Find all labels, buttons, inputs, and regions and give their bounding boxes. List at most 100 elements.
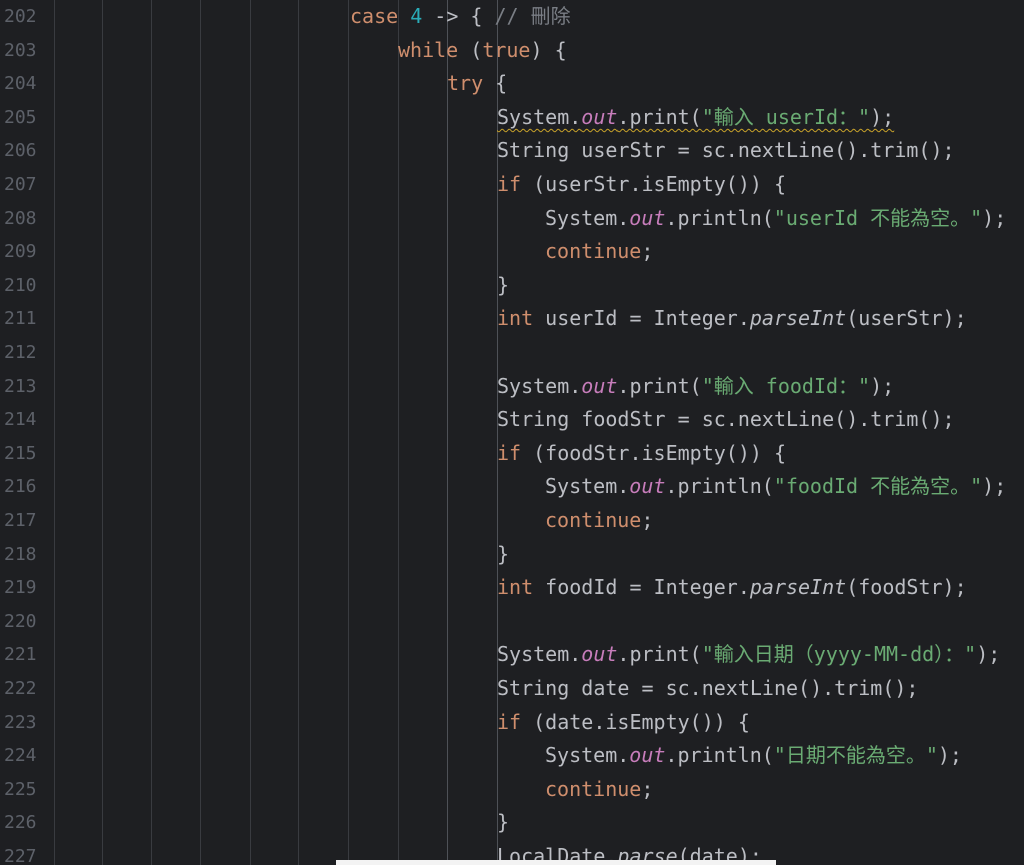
code-text: try { xyxy=(447,67,507,101)
horizontal-scrollbar[interactable] xyxy=(336,860,776,865)
code-token: try xyxy=(447,71,484,96)
code-token: parseInt xyxy=(749,306,847,331)
code-text: System.out.println("日期不能為空。"); xyxy=(545,739,962,773)
code-token: // 刪除 xyxy=(494,4,571,28)
code-text: String userStr = sc.nextLine().trim(); xyxy=(497,134,955,168)
code-token: "userId 不能為空。" xyxy=(773,205,983,230)
code-line[interactable]: 213 System.out.print("輸入 foodId："); xyxy=(0,370,1024,404)
code-text: System.out.print("輸入 foodId："); xyxy=(497,370,894,404)
code-line[interactable]: 207 if (userStr.isEmpty()) { xyxy=(0,168,1024,202)
code-token: } xyxy=(497,541,510,566)
code-token: (userStr.isEmpty()) { xyxy=(521,172,786,196)
line-number: 226 xyxy=(4,812,37,834)
code-token: ; xyxy=(641,776,654,801)
code-token: continue xyxy=(545,508,642,532)
code-token: -> { xyxy=(422,4,495,28)
code-token: .println( xyxy=(665,205,774,230)
code-line[interactable]: 226} xyxy=(0,806,1024,840)
code-text: continue; xyxy=(545,504,653,538)
code-token: .print( xyxy=(617,373,702,398)
code-text: System.out.print("輸入日期（yyyy-MM-dd）："); xyxy=(497,638,1000,672)
code-token: (userStr); xyxy=(846,306,967,331)
code-token: System. xyxy=(545,474,630,499)
code-line[interactable]: 224 System.out.println("日期不能為空。"); xyxy=(0,739,1024,773)
code-text: } xyxy=(497,806,509,840)
line-number: 223 xyxy=(4,711,37,733)
code-line[interactable]: 217 continue; xyxy=(0,504,1024,538)
code-token: (foodStr); xyxy=(846,575,967,600)
code-token: ; xyxy=(641,239,654,264)
line-number: 218 xyxy=(4,543,37,565)
code-line[interactable]: 221 System.out.print("輸入日期（yyyy-MM-dd）：")… xyxy=(0,638,1024,672)
line-number: 224 xyxy=(4,745,37,767)
line-number: 214 xyxy=(4,409,37,431)
code-token: if xyxy=(497,440,522,465)
code-line[interactable]: 212 xyxy=(0,336,1024,370)
code-text: String date = sc.nextLine().trim(); xyxy=(497,672,918,706)
code-line[interactable]: 216 System.out.println("foodId 不能為空。"); xyxy=(0,470,1024,504)
code-token: case xyxy=(350,4,399,28)
line-number: 205 xyxy=(4,106,37,128)
code-token: if xyxy=(497,709,522,734)
line-number: 203 xyxy=(4,39,37,61)
code-text: System.out.println("foodId 不能為空。"); xyxy=(545,470,1006,504)
code-text: if (foodStr.isEmpty()) { xyxy=(497,437,786,471)
line-number: 217 xyxy=(4,510,37,531)
line-number: 202 xyxy=(4,6,37,27)
line-number: 204 xyxy=(4,73,37,95)
line-number: 215 xyxy=(4,442,37,464)
code-editor[interactable]: 202 case 4 -> { // 刪除 203 while (true) {204… xyxy=(0,0,1024,865)
code-token: continue xyxy=(545,776,642,801)
code-token: out xyxy=(581,104,618,129)
code-token: int xyxy=(497,306,534,331)
code-token: { xyxy=(483,71,508,96)
code-token: .println( xyxy=(665,474,774,499)
code-token: userId = Integer. xyxy=(533,306,750,331)
code-token: } xyxy=(497,272,510,297)
code-line[interactable]: 222 String date = sc.nextLine().trim(); xyxy=(0,672,1024,706)
code-token: 4 xyxy=(410,4,423,28)
code-line[interactable]: 205 System.out.print("輸入 userId："); xyxy=(0,101,1024,135)
code-token: out xyxy=(581,642,618,667)
line-number: 207 xyxy=(4,174,37,195)
code-line[interactable]: 219 int foodId = Integer.parseInt(foodStr… xyxy=(0,571,1024,605)
code-text: if (userStr.isEmpty()) { xyxy=(497,168,786,202)
code-token: if xyxy=(497,172,522,196)
code-line[interactable]: 223 if (date.isEmpty()) { xyxy=(0,706,1024,740)
line-number: 209 xyxy=(4,241,37,263)
code-line[interactable]: 211 int userId = Integer.parseInt(userStr… xyxy=(0,302,1024,336)
code-line[interactable]: 214 String foodStr = sc.nextLine().trim()… xyxy=(0,403,1024,437)
code-token: } xyxy=(497,810,510,835)
code-token: ); xyxy=(937,743,962,768)
code-token: ) { xyxy=(530,37,567,62)
code-text: case 4 -> { // 刪除 xyxy=(350,0,571,34)
code-line[interactable]: 218} xyxy=(0,538,1024,572)
code-text: while (true) { xyxy=(398,34,567,68)
line-number: 211 xyxy=(4,308,37,330)
code-token: String date = sc.nextLine().trim(); xyxy=(497,676,919,700)
line-number: 216 xyxy=(4,476,37,498)
code-token: System. xyxy=(497,104,582,129)
code-line[interactable]: 202 case 4 -> { // 刪除 xyxy=(0,0,1024,34)
code-line[interactable]: 203 while (true) { xyxy=(0,34,1024,68)
code-token: "輸入 userId：" xyxy=(701,104,871,129)
code-token: foodId = Integer. xyxy=(533,575,750,600)
code-line[interactable]: 215 if (foodStr.isEmpty()) { xyxy=(0,437,1024,471)
line-number: 212 xyxy=(4,342,37,363)
code-token: "輸入 foodId：" xyxy=(701,373,871,398)
code-line[interactable]: 208 System.out.println("userId 不能為空。"); xyxy=(0,202,1024,236)
line-number: 219 xyxy=(4,577,37,599)
line-number: 225 xyxy=(4,778,37,800)
code-line[interactable]: 209 continue; xyxy=(0,235,1024,269)
code-token: ); xyxy=(976,642,1001,667)
code-line[interactable]: 220 xyxy=(0,605,1024,639)
code-text: } xyxy=(497,269,509,303)
code-line[interactable]: 225 continue; xyxy=(0,773,1024,807)
code-line[interactable]: 206 String userStr = sc.nextLine().trim()… xyxy=(0,134,1024,168)
code-text: if (date.isEmpty()) { xyxy=(497,706,750,740)
code-text: System.out.print("輸入 userId："); xyxy=(497,101,894,135)
code-line[interactable]: 204 try { xyxy=(0,67,1024,101)
code-text: String foodStr = sc.nextLine().trim(); xyxy=(497,403,955,437)
code-line[interactable]: 210} xyxy=(0,269,1024,303)
line-number: 206 xyxy=(4,140,37,162)
